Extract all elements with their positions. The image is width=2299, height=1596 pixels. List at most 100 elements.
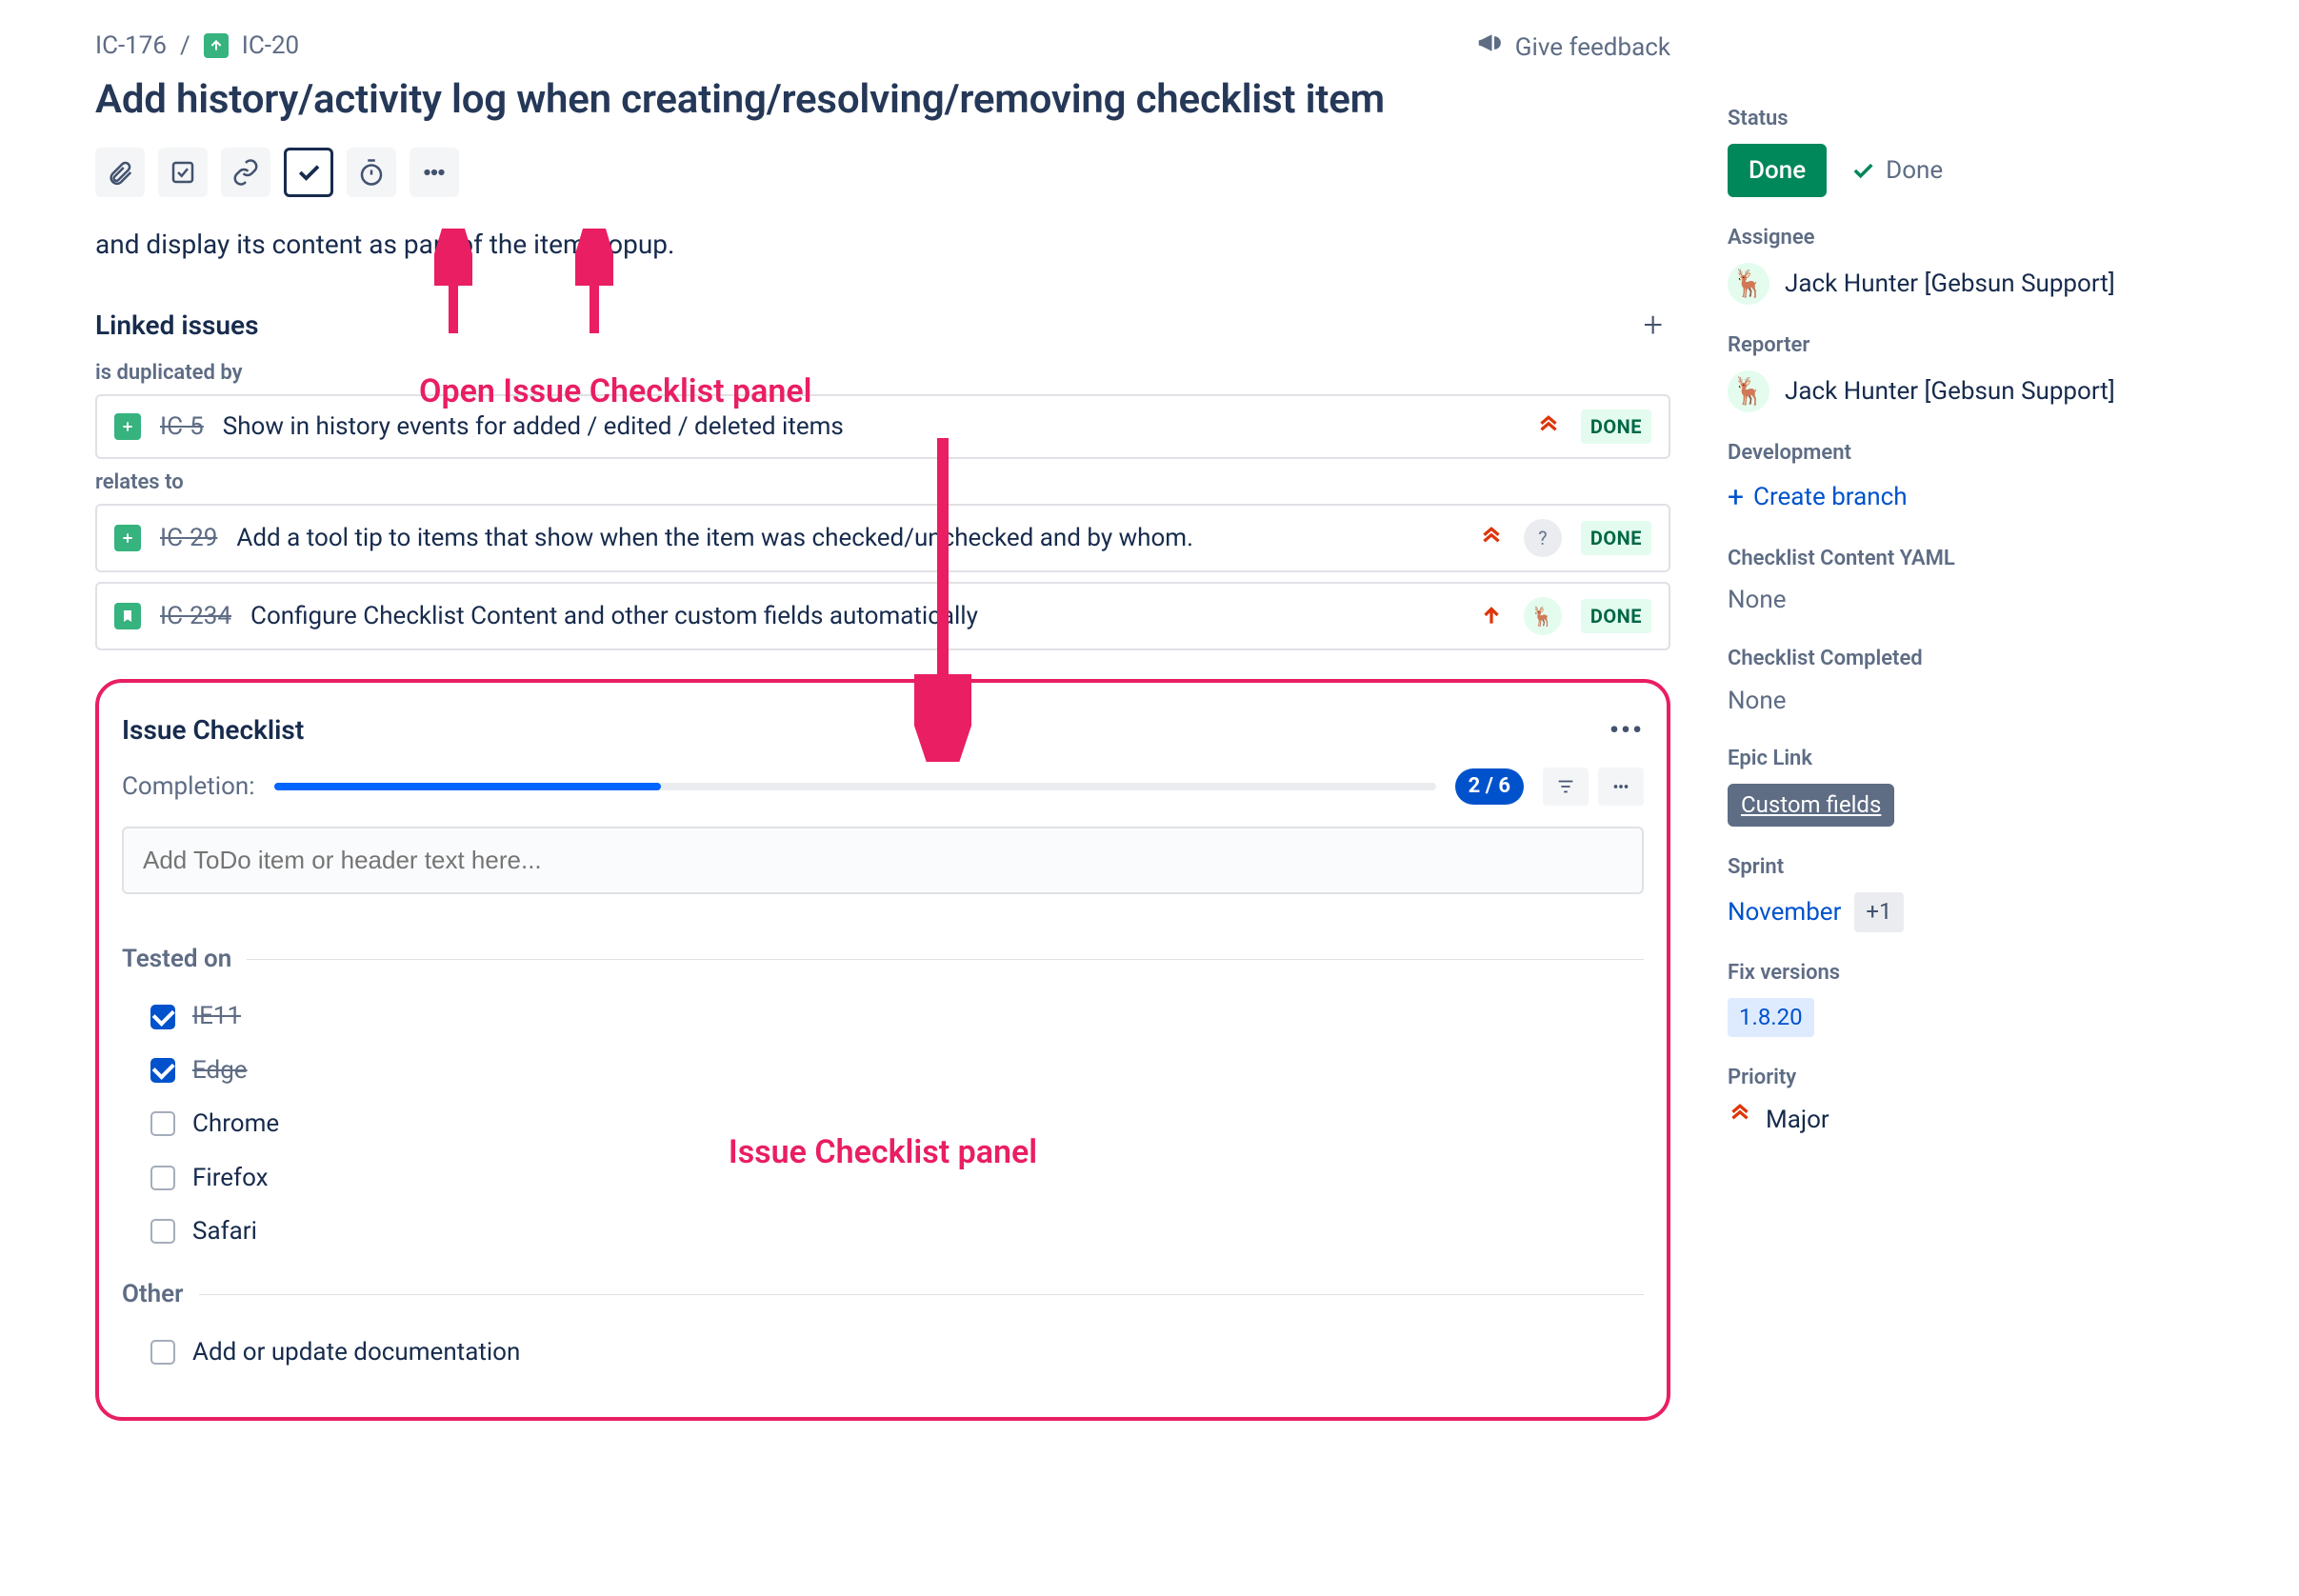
story-type-icon bbox=[114, 603, 141, 629]
linked-issue-status: DONE bbox=[1581, 521, 1651, 555]
attach-button[interactable] bbox=[95, 148, 145, 197]
more-actions-button[interactable] bbox=[410, 148, 459, 197]
add-todo-input[interactable] bbox=[122, 827, 1644, 894]
issue-checklist-panel: Issue Checklist ••• Completion: 2 / 6 bbox=[95, 679, 1670, 1421]
checklist-item[interactable]: Add or update documentation bbox=[122, 1326, 1644, 1379]
reporter-value[interactable]: 🦌 Jack Hunter [Gebsun Support] bbox=[1728, 370, 2223, 412]
sprint-name: November bbox=[1728, 895, 1841, 929]
linked-issue-summary: Add a tool tip to items that show when t… bbox=[236, 521, 1458, 555]
checklist-checkbox[interactable] bbox=[150, 1166, 175, 1190]
checklist-filter-button[interactable] bbox=[1543, 768, 1589, 806]
linked-issue-key: IC-5 bbox=[160, 409, 204, 444]
linked-issues-heading: Linked issues + bbox=[95, 301, 1670, 349]
checklist-item[interactable]: Edge bbox=[122, 1044, 1644, 1097]
checklist-more-button[interactable] bbox=[1598, 768, 1644, 806]
check-icon bbox=[1849, 157, 1876, 184]
linked-issue-key: IC-234 bbox=[160, 599, 231, 633]
status-category: Done bbox=[1849, 153, 1943, 188]
checklist-item[interactable]: Firefox bbox=[122, 1151, 1644, 1205]
completion-label: Completion: bbox=[122, 769, 255, 804]
sprint-field-value[interactable]: November +1 bbox=[1728, 892, 2223, 932]
linked-issue-summary: Configure Checklist Content and other cu… bbox=[250, 599, 1459, 633]
stopwatch-button[interactable] bbox=[347, 148, 396, 197]
completion-count-pill: 2 / 6 bbox=[1455, 768, 1524, 806]
create-branch-link[interactable]: + Create branch bbox=[1728, 478, 2223, 518]
linked-relation-label: is duplicated by bbox=[95, 359, 1670, 389]
new-feature-type-icon bbox=[114, 413, 141, 440]
checklist-checkbox[interactable] bbox=[150, 1340, 175, 1365]
issue-main-column: IC-176 / IC-20 Give feedback Add history… bbox=[95, 29, 1670, 1421]
linked-relation-label: relates to bbox=[95, 469, 1670, 498]
development-field-label: Development bbox=[1728, 439, 2223, 469]
issue-description[interactable]: and display its content as part of the i… bbox=[95, 226, 1670, 263]
checklist-checkbox[interactable] bbox=[150, 1005, 175, 1029]
checklist-checkbox[interactable] bbox=[150, 1111, 175, 1136]
assignee-avatar: ? bbox=[1524, 519, 1562, 557]
priority-field-label: Priority bbox=[1728, 1064, 2223, 1093]
checklist-checkbox[interactable] bbox=[150, 1058, 175, 1083]
priority-field-value[interactable]: Major bbox=[1728, 1103, 2223, 1137]
checklist-item-label: Edge bbox=[192, 1053, 248, 1087]
yaml-field-value[interactable]: None bbox=[1728, 583, 2223, 617]
avatar: 🦌 bbox=[1728, 370, 1769, 412]
completed-field-label: Checklist Completed bbox=[1728, 645, 2223, 674]
assignee-name: Jack Hunter [Gebsun Support] bbox=[1785, 267, 2115, 301]
checklist-item-label: Chrome bbox=[192, 1107, 279, 1141]
completed-field-value[interactable]: None bbox=[1728, 684, 2223, 718]
sprint-field-label: Sprint bbox=[1728, 853, 2223, 883]
add-linked-issue-button[interactable]: + bbox=[1636, 301, 1670, 349]
yaml-field-label: Checklist Content YAML bbox=[1728, 545, 2223, 574]
linked-issue-card[interactable]: IC-234 Configure Checklist Content and ot… bbox=[95, 582, 1670, 650]
priority-highest-icon bbox=[1478, 525, 1505, 551]
checklist-item-label: Safari bbox=[192, 1214, 257, 1248]
status-category-label: Done bbox=[1886, 153, 1943, 188]
checklist-item[interactable]: IE11 bbox=[122, 989, 1644, 1043]
status-dropdown[interactable]: Done bbox=[1728, 144, 1827, 197]
checklist-checkbox[interactable] bbox=[150, 1219, 175, 1244]
new-feature-type-icon bbox=[114, 525, 141, 551]
issue-sidebar: Status Done Done Assignee 🦌 Jack Hunter … bbox=[1728, 29, 2223, 1421]
assignee-value[interactable]: 🦌 Jack Hunter [Gebsun Support] bbox=[1728, 263, 2223, 305]
checklist-panel-more-button[interactable]: ••• bbox=[1609, 711, 1644, 748]
sprint-extra-count: +1 bbox=[1854, 892, 1903, 932]
checklist-item-label: Firefox bbox=[192, 1161, 269, 1195]
issue-toolbar bbox=[95, 148, 1670, 197]
linked-issues-label: Linked issues bbox=[95, 307, 259, 344]
fix-version-value[interactable]: 1.8.20 bbox=[1728, 998, 1814, 1038]
breadcrumb-parent[interactable]: IC-176 bbox=[95, 29, 167, 63]
reporter-field-label: Reporter bbox=[1728, 331, 2223, 361]
checklist-item[interactable]: Safari bbox=[122, 1205, 1644, 1258]
priority-value-label: Major bbox=[1766, 1103, 1829, 1137]
epic-link-value[interactable]: Custom fields bbox=[1728, 784, 1894, 828]
issue-title[interactable]: Add history/activity log when creating/r… bbox=[95, 72, 1670, 129]
issue-type-icon bbox=[204, 33, 229, 58]
linked-issue-status: DONE bbox=[1581, 409, 1651, 444]
epic-field-label: Epic Link bbox=[1728, 745, 2223, 774]
checklist-button[interactable] bbox=[284, 148, 333, 197]
reporter-name: Jack Hunter [Gebsun Support] bbox=[1785, 374, 2115, 409]
checklist-panel-title: Issue Checklist bbox=[122, 711, 304, 748]
checklist-group-header: Tested on bbox=[122, 942, 1644, 976]
breadcrumb: IC-176 / IC-20 Give feedback bbox=[95, 29, 1670, 63]
checklist-item[interactable]: Chrome bbox=[122, 1097, 1644, 1150]
checklist-item-label: Add or update documentation bbox=[192, 1335, 520, 1369]
checklist-item-label: IE11 bbox=[192, 999, 241, 1033]
completion-progress-bar bbox=[274, 783, 1436, 790]
checklist-group-header: Other bbox=[122, 1277, 1644, 1311]
assignee-avatar: 🦌 bbox=[1524, 597, 1562, 635]
fixversions-field-label: Fix versions bbox=[1728, 959, 2223, 988]
linked-issue-card[interactable]: IC-5Show in history events for added / e… bbox=[95, 394, 1670, 459]
breadcrumb-current[interactable]: IC-20 bbox=[242, 29, 299, 63]
linked-issues-list: is duplicated by IC-5Show in history even… bbox=[95, 359, 1670, 650]
give-feedback-button[interactable]: Give feedback bbox=[1475, 29, 1670, 67]
linked-issue-card[interactable]: IC-29Add a tool tip to items that show w… bbox=[95, 504, 1670, 572]
priority-highest-icon bbox=[1535, 413, 1562, 440]
megaphone-icon bbox=[1475, 29, 1504, 67]
link-button[interactable] bbox=[221, 148, 270, 197]
priority-high-icon bbox=[1478, 603, 1505, 629]
give-feedback-label: Give feedback bbox=[1515, 30, 1670, 65]
priority-major-icon bbox=[1728, 1103, 1752, 1137]
create-branch-label: Create branch bbox=[1753, 480, 1908, 514]
plus-icon: + bbox=[1728, 478, 1744, 518]
add-child-button[interactable] bbox=[158, 148, 208, 197]
